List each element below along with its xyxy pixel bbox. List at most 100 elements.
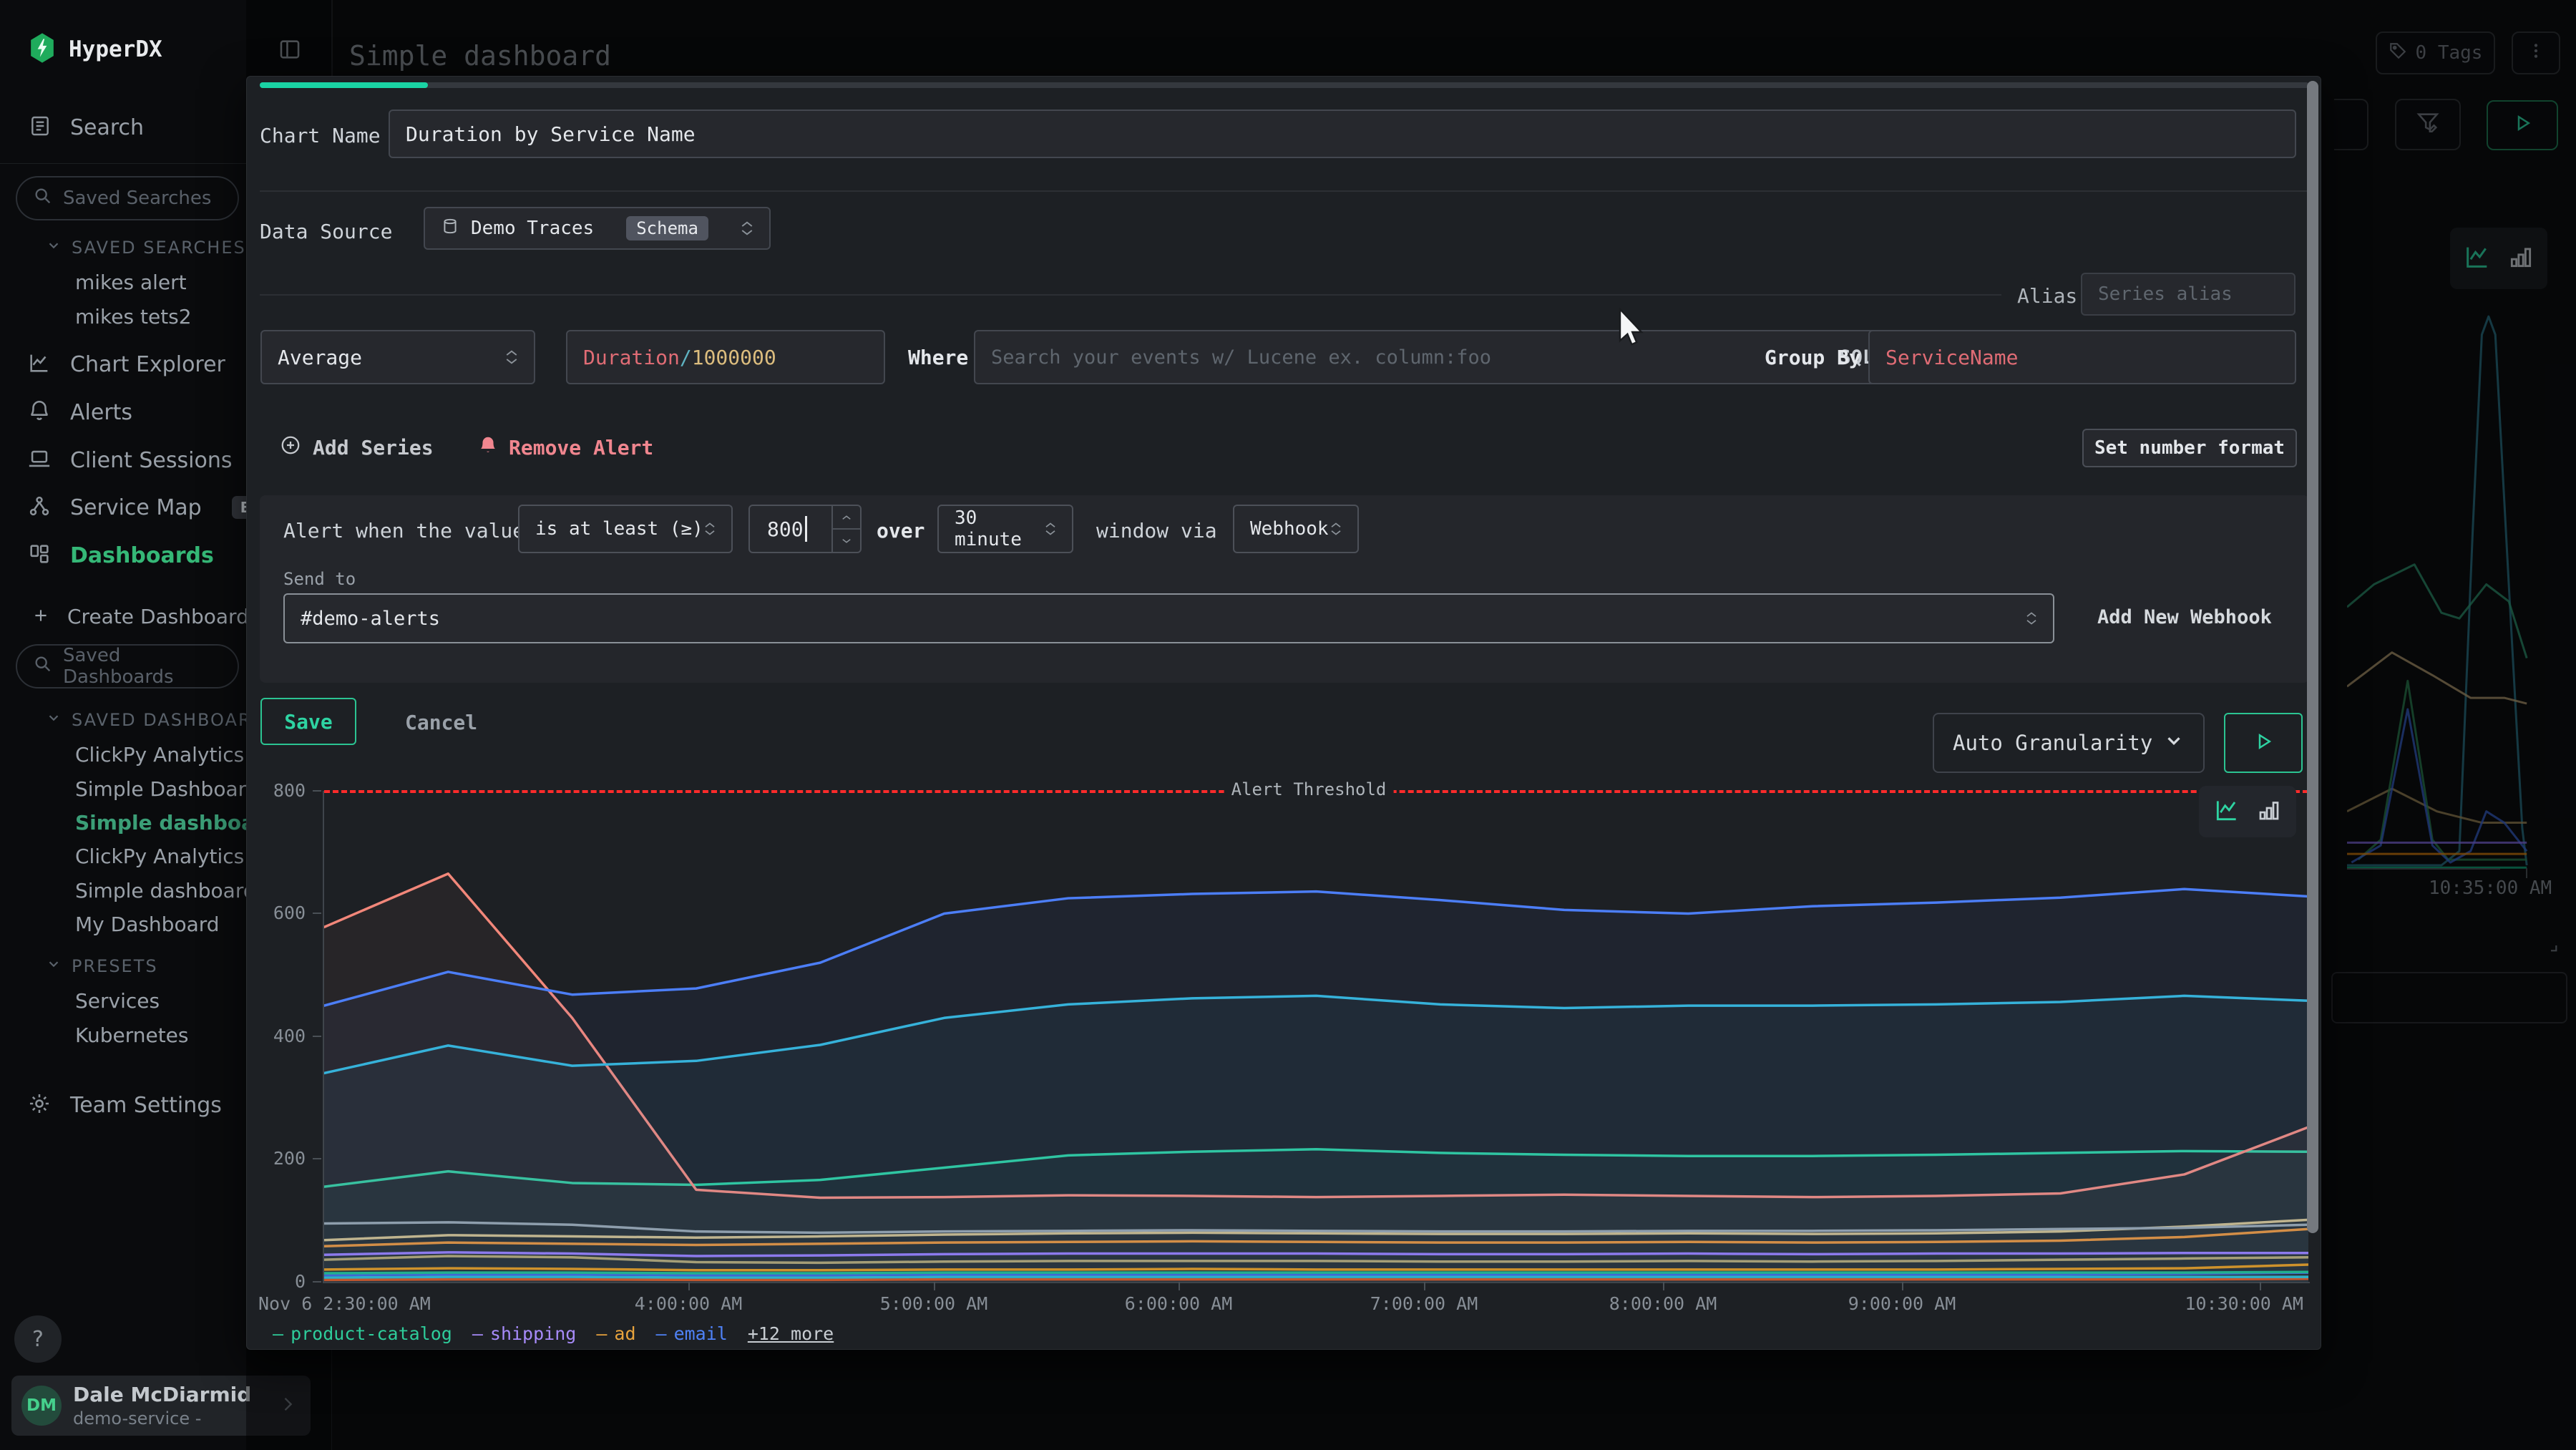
line-chart-icon (2213, 797, 2240, 827)
legend-item[interactable]: —email (656, 1323, 728, 1344)
schema-badge: Schema (626, 216, 708, 240)
preset-item[interactable]: Kubernetes (75, 1023, 189, 1047)
legend-item[interactable]: —shipping (472, 1323, 576, 1344)
y-tick-label: 400 (255, 1026, 306, 1047)
legend-dash-icon: — (656, 1323, 667, 1344)
dashboards-grid-icon (27, 542, 52, 569)
updown-chevron-icon (741, 220, 753, 236)
sidebar-item-search[interactable]: Search (29, 115, 144, 140)
alert-window-select[interactable]: 30 minute (937, 505, 1073, 553)
remove-alert-button[interactable]: Remove Alert (477, 434, 653, 461)
brand[interactable]: HyperDX (29, 31, 162, 67)
text-caret (805, 516, 807, 542)
top-scrollbar-thumb[interactable] (260, 82, 428, 88)
stepper-down-icon[interactable] (833, 530, 860, 552)
sidebar-item-chart-explorer[interactable]: Chart Explorer (27, 351, 225, 378)
saved-searches-input[interactable]: Saved Searches (16, 176, 239, 220)
dashboard-item[interactable]: Simple dashboard (75, 879, 256, 902)
where-label: Where (908, 346, 968, 369)
sidebar-item-alerts[interactable]: Alerts (27, 399, 132, 426)
help-button[interactable]: ? (14, 1315, 62, 1363)
legend-more-button[interactable]: +12 more (748, 1323, 834, 1344)
save-button[interactable]: Save (260, 698, 356, 745)
dashboard-item[interactable]: ClickPy Analytics (75, 845, 244, 868)
cancel-button[interactable]: Cancel (405, 711, 477, 734)
top-scrollbar-track[interactable] (260, 82, 2309, 88)
sidebar-item-dashboards[interactable]: Dashboards (27, 542, 214, 569)
bar-chart-icon (2256, 797, 2282, 826)
modal-scrollbar-thumb[interactable] (2307, 81, 2318, 1233)
granularity-select[interactable]: Auto Granularity (1933, 713, 2205, 773)
x-tick-label: 6:00:00 AM (1125, 1293, 1233, 1314)
x-tick-label: 10:30:00 AM (2185, 1293, 2303, 1314)
section-presets[interactable]: PRESETS (46, 956, 158, 976)
y-tick-label: 0 (255, 1271, 306, 1293)
chart-type-toggle[interactable] (2199, 786, 2296, 837)
y-tick-label: 600 (255, 902, 306, 924)
chart-legend: —product-catalog —shipping —ad —email +1… (273, 1323, 834, 1344)
legend-dash-icon: — (472, 1323, 483, 1344)
data-source-select[interactable]: Demo Traces Schema (424, 207, 771, 250)
alias-label: Alias (2017, 284, 2077, 308)
bell-icon (27, 399, 52, 426)
over-label: over (877, 519, 924, 542)
chart-line-icon (27, 351, 52, 378)
alert-channel-select[interactable]: Webhook (1233, 505, 1359, 553)
updown-chevron-icon (1045, 522, 1056, 536)
section-saved-dashboards[interactable]: SAVED DASHBOARDS (46, 710, 278, 730)
saved-dashboards-input[interactable]: Saved Dashboards (16, 644, 239, 688)
series-alias-input[interactable]: Series alias (2081, 273, 2296, 316)
add-series-button[interactable]: Add Series (280, 434, 434, 461)
preset-item[interactable]: Services (75, 989, 160, 1013)
number-stepper[interactable] (831, 506, 860, 552)
play-icon (2253, 731, 2274, 755)
alert-threshold-input[interactable]: 800 (748, 505, 862, 553)
section-saved-searches[interactable]: SAVED SEARCHES (46, 238, 246, 258)
preview-run-button[interactable] (2224, 713, 2303, 773)
chevron-down-icon (46, 710, 62, 730)
legend-item[interactable]: —product-catalog (273, 1323, 452, 1344)
group-by-input[interactable]: ServiceName (1868, 330, 2296, 384)
saved-searches-placeholder: Saved Searches (63, 188, 211, 209)
chart-name-label: Chart Name (260, 124, 381, 147)
aggregation-select[interactable]: Average (260, 330, 535, 384)
chart-name-input[interactable]: Duration by Service Name (389, 110, 2296, 158)
circle-plus-icon (280, 434, 301, 461)
chevron-down-icon (46, 956, 62, 976)
chart-plot-area[interactable]: Alert Threshold (324, 791, 2308, 1282)
search-doc-icon (29, 115, 52, 140)
alert-condition-select[interactable]: is at least (≥) (518, 505, 733, 553)
dashboard-item[interactable]: Simple Dashboard (75, 777, 258, 801)
updown-chevron-icon (2026, 611, 2037, 626)
app-screen: HyperDX Search Saved Searches SAVED SEAR… (0, 0, 2576, 1450)
field-expression-input[interactable]: Duration/1000000 (566, 330, 885, 384)
saved-search-item[interactable]: mikes tets2 (75, 305, 192, 329)
saved-search-item[interactable]: mikes alert (75, 271, 187, 294)
window-via-label: window via (1096, 519, 1217, 542)
send-to-label: Send to (283, 569, 356, 589)
add-new-webhook-button[interactable]: Add New Webhook (2097, 606, 2272, 628)
sidebar-item-client-sessions[interactable]: Client Sessions (27, 447, 232, 474)
y-tick-label: 800 (255, 780, 306, 802)
set-number-format-button[interactable]: Set number format (2082, 429, 2297, 467)
legend-dash-icon: — (273, 1323, 283, 1344)
magnifier-icon (33, 654, 53, 679)
x-tick-label: 9:00:00 AM (1848, 1293, 1956, 1314)
chevron-down-icon (2163, 730, 2185, 756)
gear-icon (27, 1091, 52, 1119)
modal-scrollbar[interactable] (2306, 77, 2319, 1349)
timeseries-chart (324, 791, 2308, 1282)
dashboard-item[interactable]: My Dashboard (75, 913, 220, 936)
x-tick-label: 4:00:00 AM (635, 1293, 743, 1314)
sidebar-item-team-settings[interactable]: Team Settings (27, 1091, 222, 1119)
data-source-label: Data Source (260, 220, 392, 243)
user-org: demo-service - (73, 1408, 201, 1429)
legend-item[interactable]: —ad (596, 1323, 635, 1344)
user-name: Dale McDiarmid (73, 1383, 251, 1406)
service-map-icon (27, 494, 52, 521)
stepper-up-icon[interactable] (833, 506, 860, 530)
dashboard-item[interactable]: ClickPy Analytics (75, 743, 244, 767)
mouse-cursor (1617, 308, 1649, 351)
webhook-select[interactable]: #demo-alerts (283, 593, 2054, 643)
create-dashboard-button[interactable]: Create Dashboard (31, 605, 249, 628)
